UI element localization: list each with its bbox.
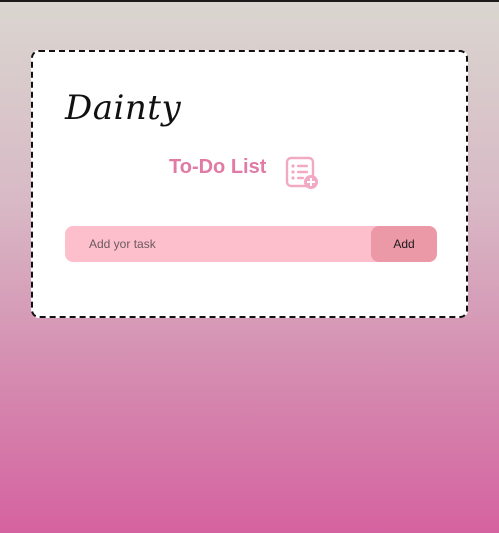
list-add-icon — [285, 156, 318, 189]
brand-logo: Dainty — [65, 88, 182, 128]
page-title: To-Do List — [169, 156, 267, 178]
add-task-button[interactable]: Add — [371, 226, 437, 262]
task-input-row: Add — [65, 226, 437, 262]
todo-card: Dainty To-Do List Add — [31, 50, 468, 318]
task-input[interactable] — [65, 226, 370, 262]
